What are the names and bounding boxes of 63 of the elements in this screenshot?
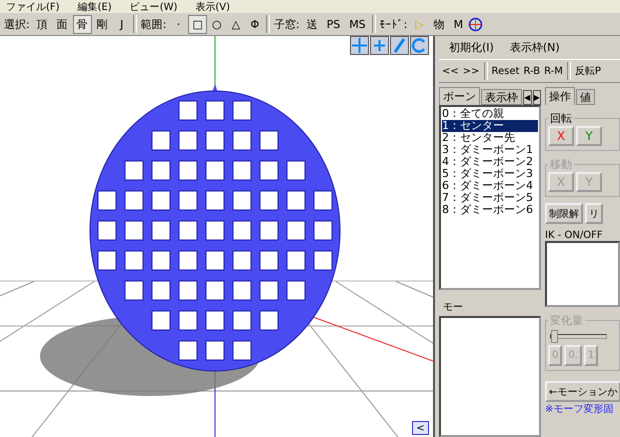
bone-list-item[interactable]: 2：センター先 — [442, 132, 538, 144]
rotate-icon[interactable] — [410, 36, 429, 55]
toolbar-button[interactable]: 反転P — [574, 64, 602, 78]
tab[interactable]: 表示枠 — [481, 89, 522, 105]
bone-list-item[interactable]: 3：ダミーボーン1 — [442, 144, 538, 156]
bone-list-item[interactable]: 0：全ての親 — [442, 108, 538, 120]
bone-list-item[interactable]: 7：ダミーボーン5 — [442, 192, 538, 204]
morph-label: モー — [442, 300, 464, 315]
group-title: 回転 — [549, 111, 573, 126]
bone-list-item[interactable]: 4：ダミーボーン2 — [442, 156, 538, 168]
toolbar-button[interactable]: R-M — [543, 66, 564, 76]
toolbar-label: ﾓｰﾄﾞ: — [378, 18, 408, 30]
3d-viewport[interactable]: < — [0, 36, 435, 437]
menu-item[interactable]: 編集(E) — [78, 3, 112, 13]
toolbar-button[interactable]: 面 — [52, 14, 72, 34]
bone-list[interactable]: 0：全ての親 1：センター 2：センター先 3：ダミーボーン1 4：ダミーボーン2 5：ダミーボーン3 6：ダミーボーン4 7：ダミーボーン5 8：ダミーボーン6 — [439, 105, 541, 290]
move-arrows-icon[interactable] — [370, 36, 389, 55]
move-arrows-icon[interactable] — [350, 36, 369, 55]
tab[interactable]: ボーン — [439, 87, 480, 105]
tab-scroll-button[interactable]: ◀ — [523, 90, 532, 105]
toolbar-button[interactable]: · — [169, 14, 188, 34]
toolbar-button[interactable]: PS — [322, 14, 344, 34]
toolbar-button[interactable]: M — [449, 14, 468, 34]
tab[interactable]: 値 — [576, 89, 595, 105]
menu-item[interactable]: 表示(V) — [195, 3, 230, 13]
group-title: 移動 — [549, 157, 573, 172]
toolbar-label: 選択: — [3, 16, 31, 32]
bone-list-item[interactable]: 5：ダミーボーン3 — [442, 168, 538, 180]
toolbar-button[interactable]: 物 — [429, 14, 448, 34]
toolbar-button[interactable]: R-B — [522, 66, 542, 76]
menu-item[interactable]: ビュー(W) — [130, 3, 178, 13]
toolbar-button[interactable]: ○ — [208, 14, 226, 34]
toolbar-label: 子窓: — [272, 16, 301, 32]
toolbar-button[interactable]: □ — [188, 14, 207, 34]
note-text: ※モーフ変形固 — [545, 402, 614, 416]
ik-list[interactable] — [545, 241, 620, 307]
action-button[interactable]: 制限解 — [545, 203, 583, 224]
toolbar-button[interactable]: 剛 — [92, 14, 112, 34]
menu-item[interactable]: ファイル(F) — [6, 3, 60, 13]
action-button[interactable]: ←モーションか — [545, 381, 620, 402]
toolbar-button[interactable]: Φ — [246, 14, 264, 34]
toolbar-button[interactable]: 頂 — [32, 14, 52, 34]
toolbar-button[interactable]: J — [112, 14, 131, 34]
toolbar-button[interactable]: << — [441, 66, 460, 76]
ik-label: IK - ON/OFF — [545, 230, 604, 241]
tab[interactable]: 操作 — [545, 87, 575, 105]
toolbar-button[interactable]: 骨 — [72, 14, 92, 34]
collapse-button[interactable]: < — [412, 421, 429, 435]
morph-list[interactable] — [439, 316, 541, 437]
menu-item[interactable]: 初期化(I) — [449, 40, 494, 55]
group-title: 変化量 — [549, 313, 584, 328]
menu-item[interactable]: 表示枠(N) — [510, 40, 560, 55]
bone-list-item[interactable]: 6：ダミーボーン4 — [442, 180, 538, 192]
toolbar-button[interactable]: MS — [345, 14, 370, 34]
bone-list-item[interactable]: 8：ダミーボーン6 — [442, 204, 538, 216]
bone-list-item[interactable]: 1：センター — [442, 120, 538, 132]
toolbar-button[interactable]: △ — [226, 14, 245, 34]
toolbar-label: 範囲: — [140, 16, 168, 32]
toolbar-button[interactable]: >> — [462, 66, 481, 76]
toolbar-button[interactable]: 送 — [302, 14, 322, 34]
axis-gizmo-icon[interactable] — [468, 16, 484, 32]
action-button[interactable]: リ — [585, 203, 603, 224]
toolbar-button[interactable]: Reset — [490, 66, 520, 76]
